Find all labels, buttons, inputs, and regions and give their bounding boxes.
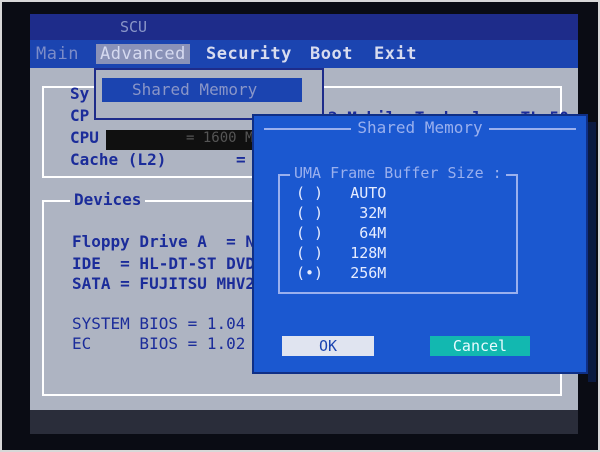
- radio-icon: ( ): [296, 224, 324, 242]
- option-label: 128M: [350, 244, 387, 262]
- option-auto[interactable]: ( ) AUTO: [296, 184, 386, 202]
- floppy-drive: Floppy Drive A = No: [72, 232, 265, 251]
- cpu-speed-label: CPU: [70, 128, 99, 147]
- menu-security[interactable]: Security: [206, 44, 292, 64]
- menu-bar: Main Advanced Security Boot Exit: [30, 40, 578, 68]
- sata-device: SATA = FUJITSU MHV20: [72, 274, 265, 293]
- title-bar: SCU: [30, 14, 578, 40]
- menu-advanced[interactable]: Advanced: [96, 44, 190, 64]
- cache-label: Cache (L2): [70, 150, 167, 169]
- option-label: 64M: [359, 224, 387, 242]
- uma-group-label: UMA Frame Buffer Size :: [290, 164, 506, 182]
- submenu-shared-memory[interactable]: Shared Memory: [102, 78, 302, 102]
- option-128m[interactable]: ( ) 128M: [296, 244, 386, 262]
- status-bar: [30, 410, 578, 434]
- ide-device: IDE = HL-DT-ST DVD-: [72, 254, 265, 273]
- cancel-label: Cancel: [452, 337, 508, 355]
- advanced-submenu: Shared Memory: [94, 68, 324, 120]
- radio-icon: ( ): [296, 204, 324, 222]
- radio-selected-icon: (•): [296, 264, 324, 282]
- system-panel-title: Sy: [70, 84, 90, 103]
- menu-exit[interactable]: Exit: [374, 44, 417, 64]
- dialog-title: Shared Memory: [254, 118, 586, 137]
- option-64m[interactable]: ( ) 64M: [296, 224, 386, 242]
- cache-equals: =: [236, 150, 246, 169]
- dialog-title-text: Shared Memory: [351, 118, 489, 137]
- option-label: 32M: [359, 204, 387, 222]
- ec-bios: EC BIOS = 1.02: [72, 334, 246, 353]
- menu-main[interactable]: Main: [36, 44, 79, 64]
- shared-memory-dialog: Shared Memory UMA Frame Buffer Size : ( …: [252, 114, 588, 374]
- system-bios: SYSTEM BIOS = 1.04: [72, 314, 246, 333]
- app-title: SCU: [120, 18, 148, 36]
- radio-icon: ( ): [296, 184, 324, 202]
- cancel-button[interactable]: Cancel: [430, 336, 530, 356]
- cpu-label: CP: [70, 106, 90, 125]
- option-label: AUTO: [350, 184, 387, 202]
- uma-frame-buffer-group: UMA Frame Buffer Size : ( ) AUTO ( ) 32M…: [278, 164, 518, 294]
- option-256m[interactable]: (•) 256M: [296, 264, 386, 282]
- ok-label: OK: [318, 337, 338, 355]
- menu-boot[interactable]: Boot: [310, 44, 353, 64]
- option-32m[interactable]: ( ) 32M: [296, 204, 386, 222]
- ok-button[interactable]: OK: [282, 336, 374, 356]
- devices-title: Devices: [70, 190, 146, 209]
- radio-icon: ( ): [296, 244, 324, 262]
- dialog-shadow: [588, 122, 596, 382]
- option-label: 256M: [350, 264, 387, 282]
